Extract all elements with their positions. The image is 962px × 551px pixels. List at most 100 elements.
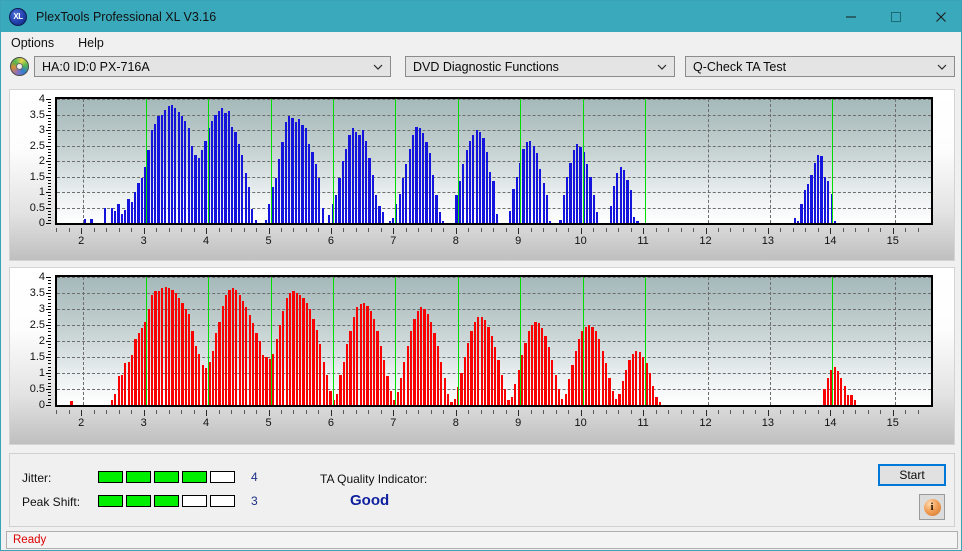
x-axis-tick-minor: [543, 410, 545, 414]
x-axis-tick-minor: [56, 410, 58, 414]
x-axis-tick-minor: [318, 228, 320, 232]
marker-line: [145, 277, 147, 405]
x-axis-tick-minor: [780, 228, 782, 232]
info-button[interactable]: i: [919, 494, 945, 520]
x-axis-tick-minor: [842, 228, 844, 232]
y-axis-minor-tick: [48, 145, 51, 147]
x-axis-tick-minor: [618, 410, 620, 414]
menu-help[interactable]: Help: [76, 34, 112, 52]
menu-bar: Options Help: [1, 32, 961, 53]
maximize-button[interactable]: [873, 1, 918, 32]
marker-line: [520, 99, 522, 223]
x-axis-tick-minor: [468, 410, 470, 414]
x-axis-tick-minor: [181, 228, 183, 232]
y-axis-minor-tick: [48, 328, 51, 330]
y-axis-tick-label: 2: [38, 155, 45, 167]
plextools-window: XL PlexTools Professional XL V3.16 Optio…: [0, 0, 962, 551]
y-axis-minor-tick: [48, 357, 51, 358]
marker-line: [645, 99, 647, 223]
x-axis-tick-major: [518, 410, 520, 416]
y-axis-minor-tick: [48, 207, 51, 209]
y-axis-minor-tick: [48, 325, 51, 326]
jitter-label: Jitter:: [22, 471, 52, 485]
y-axis-minor-tick: [48, 210, 51, 212]
x-axis-tick-label: 15: [886, 235, 899, 247]
x-axis-tick-minor: [106, 228, 108, 232]
x-axis-tick-minor: [867, 410, 869, 414]
x-axis-tick-minor: [118, 410, 120, 414]
y-axis-minor-tick: [48, 401, 51, 403]
x-axis-tick-major: [767, 228, 769, 234]
y-axis-minor-tick: [48, 309, 51, 310]
x-axis-tick-minor: [730, 228, 732, 232]
y-axis-minor-tick: [48, 341, 51, 342]
x-axis-tick-minor: [817, 410, 819, 414]
x-axis-tick-minor: [742, 228, 744, 232]
marker-line: [395, 99, 397, 223]
function-select[interactable]: DVD Diagnostic Functions: [405, 56, 675, 77]
y-axis-minor-tick: [48, 185, 51, 187]
x-axis-tick-minor: [218, 410, 220, 414]
x-axis-tick-major: [892, 410, 894, 416]
x-axis-tick-minor: [93, 410, 95, 414]
x-axis-tick-label: 12: [699, 417, 712, 429]
drive-select-value: HA:0 ID:0 PX-716A: [42, 59, 150, 74]
y-axis-minor-tick: [48, 139, 51, 141]
x-axis-tick-major: [268, 228, 270, 234]
jitter-segment: [126, 471, 151, 483]
drive-select[interactable]: HA:0 ID:0 PX-716A: [34, 56, 391, 77]
y-axis-minor-tick: [48, 154, 51, 156]
close-button[interactable]: [918, 1, 961, 32]
y-axis-minor-tick: [48, 363, 51, 365]
y-axis-minor-tick: [48, 353, 51, 355]
x-axis-tick-minor: [343, 228, 345, 232]
y-axis-minor-tick: [48, 201, 51, 203]
x-axis-tick-minor: [555, 410, 557, 414]
y-axis-tick-label: 3: [38, 303, 45, 315]
x-axis-tick-minor: [717, 410, 719, 414]
y-axis-tick-label: 3.5: [29, 287, 45, 299]
x-axis-tick-minor: [131, 410, 133, 414]
x-axis-tick-major: [330, 228, 332, 234]
test-select[interactable]: Q-Check TA Test: [685, 56, 955, 77]
y-axis-minor-tick: [48, 379, 51, 381]
start-button[interactable]: Start: [878, 464, 946, 486]
marker-lines: [57, 99, 931, 223]
marker-line: [270, 99, 272, 223]
peak-shift-segment: [98, 495, 123, 507]
plot-area-blue: [55, 97, 933, 225]
y-axis-minor-tick: [48, 108, 51, 110]
toolbar: HA:0 ID:0 PX-716A DVD Diagnostic Functio…: [1, 53, 961, 81]
x-axis-tick-minor: [106, 410, 108, 414]
x-axis-tick-minor: [917, 228, 919, 232]
y-axis-minor-tick: [48, 188, 51, 190]
x-axis-tick-minor: [418, 228, 420, 232]
x-axis-tick-minor: [256, 410, 258, 414]
x-axis-tick-label: 8: [452, 417, 459, 429]
y-axis-minor-tick: [48, 350, 51, 352]
x-axis-tick-minor: [855, 228, 857, 232]
x-axis-tick-minor: [880, 410, 882, 414]
x-axis-tick-major: [455, 228, 457, 234]
marker-line: [395, 277, 397, 405]
y-axis-minor-tick: [48, 366, 51, 368]
y-axis-minor-tick: [48, 130, 51, 131]
y-axis-minor-tick: [48, 98, 51, 100]
x-axis-tick-minor: [493, 228, 495, 232]
x-axis-tick-minor: [842, 410, 844, 414]
y-axis-minor-tick: [48, 385, 51, 387]
x-axis-tick-minor: [505, 410, 507, 414]
y-axis-minor-tick: [48, 117, 51, 119]
ta-quality-label: TA Quality Indicator:: [320, 472, 428, 486]
y-axis-minor-tick: [48, 120, 51, 122]
x-axis-tick-minor: [630, 228, 632, 232]
minimize-button[interactable]: [828, 1, 873, 32]
menu-options[interactable]: Options: [9, 34, 62, 52]
chevron-down-icon: [937, 64, 947, 70]
x-axis-tick-minor: [418, 410, 420, 414]
x-axis-tick-minor: [280, 228, 282, 232]
peak-shift-label: Peak Shift:: [22, 495, 81, 509]
function-select-value: DVD Diagnostic Functions: [413, 59, 559, 74]
chart-panel-peakshift: 0 0.5 1 1.5 2 2.5 3 3.5 4 2 3 4 5 6 7 8 9 10 11 12 13 14 15: [9, 267, 955, 445]
y-axis-minor-tick: [48, 344, 51, 346]
